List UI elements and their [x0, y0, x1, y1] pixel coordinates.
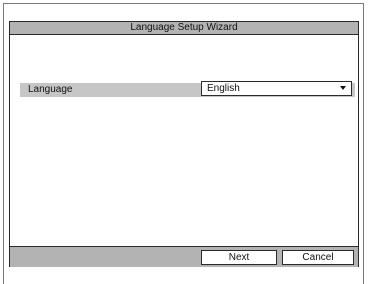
screen-frame-left	[3, 3, 4, 284]
title-bar: Language Setup Wizard	[10, 22, 358, 35]
dialog-title: Language Setup Wizard	[130, 22, 238, 33]
cancel-button[interactable]: Cancel	[282, 250, 354, 265]
language-selected-value: English	[207, 83, 240, 94]
chevron-down-icon[interactable]	[340, 86, 346, 90]
language-setup-dialog: Language Setup Wizard Language English N…	[9, 21, 359, 267]
screen-frame-top	[3, 3, 364, 4]
next-button[interactable]: Next	[201, 250, 277, 265]
language-label: Language	[28, 84, 73, 95]
screen: Language Setup Wizard Language English N…	[0, 0, 370, 284]
language-select[interactable]: English	[201, 81, 352, 96]
screen-frame-right	[363, 3, 364, 284]
button-bar: Next Cancel	[10, 246, 358, 267]
